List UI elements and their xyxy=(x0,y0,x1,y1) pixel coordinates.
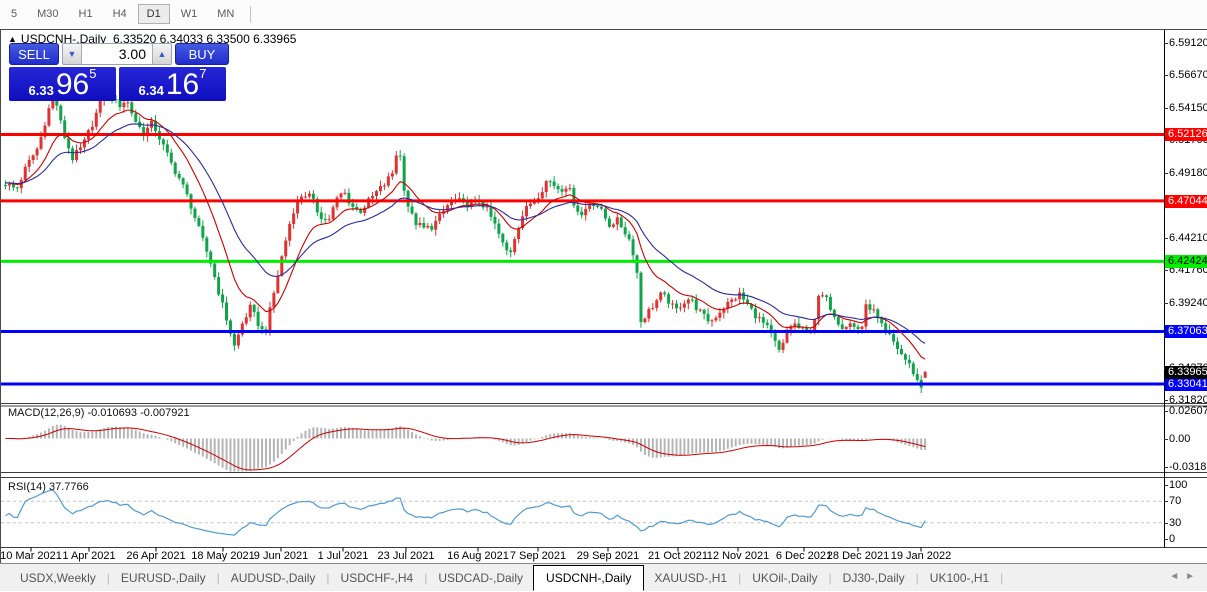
level-price-label-6.47044: 6.47044 xyxy=(1165,195,1207,208)
axis-tick xyxy=(1164,400,1168,401)
buy-price-prefix: 6.34 xyxy=(139,82,164,99)
sell-price-big-digits: 96 xyxy=(56,71,89,99)
chart-tab-eurusd-daily[interactable]: EURUSD-,Daily xyxy=(111,567,216,589)
date-tick-1-apr-2021: 1 Apr 2021 xyxy=(62,550,115,562)
tab-scroll-right-icon[interactable]: ► xyxy=(1185,571,1201,582)
date-tick-29-sep-2021: 29 Sep 2021 xyxy=(577,550,639,562)
macd-tick-0.02607: 0.02607 xyxy=(1169,405,1207,417)
chart-window[interactable]: ▲USDCNH-,Daily 6.33520 6.34033 6.33500 6… xyxy=(0,29,1207,563)
axis-tick xyxy=(1164,467,1168,468)
rsi-tick-100: 100 xyxy=(1169,479,1187,491)
sell-price-display[interactable]: 6.33 96 5 xyxy=(9,67,116,101)
mt4-terminal: 5M30H1H4D1W1MN ▲USDCNH-,Daily 6.33520 6.… xyxy=(0,0,1207,592)
level-price-label-6.37063: 6.37063 xyxy=(1165,325,1207,338)
axis-tick xyxy=(1164,439,1168,440)
price-tick-6.49180: 6.49180 xyxy=(1169,167,1207,179)
current-price-label: 6.33965 xyxy=(1165,366,1207,379)
price-chart-canvas[interactable] xyxy=(1,30,1207,564)
sell-price-prefix: 6.33 xyxy=(29,82,54,99)
date-tick-7-sep-2021: 7 Sep 2021 xyxy=(510,550,566,562)
tab-scroll-left-icon[interactable]: ◄ xyxy=(1169,571,1185,582)
axis-tick xyxy=(1164,270,1168,271)
axis-tick xyxy=(1164,411,1168,412)
volume-decrease-button[interactable]: ▼ xyxy=(63,44,81,64)
timeframe-button-d1[interactable]: D1 xyxy=(138,4,170,24)
toolbar-separator xyxy=(250,6,251,23)
axis-tick xyxy=(1164,43,1168,44)
rsi-tick-0: 0 xyxy=(1169,533,1175,545)
axis-tick xyxy=(1164,173,1168,174)
price-tick-6.59120: 6.59120 xyxy=(1169,37,1207,49)
axis-tick xyxy=(1164,238,1168,239)
date-tick-23-jul-2021: 23 Jul 2021 xyxy=(378,550,435,562)
buy-price-big-digits: 16 xyxy=(166,71,199,99)
date-tick-26-apr-2021: 26 Apr 2021 xyxy=(126,550,185,562)
price-tick-6.54150: 6.54150 xyxy=(1169,102,1207,114)
price-scale[interactable]: 6.591206.566706.541506.517006.491806.467… xyxy=(1165,30,1207,564)
chart-tab-ukoil-daily[interactable]: UKOil-,Daily xyxy=(742,567,827,589)
tab-separator: | xyxy=(999,571,1004,585)
price-tick-6.44210: 6.44210 xyxy=(1169,232,1207,244)
level-price-label-6.52126: 6.52126 xyxy=(1165,128,1207,141)
date-tick-19-jan-2022: 19 Jan 2022 xyxy=(891,550,952,562)
tab-scroll-arrows: ◄► xyxy=(1169,571,1201,582)
rsi-legend: RSI(14) 37.7766 xyxy=(8,481,89,493)
macd-tick-0.00: 0.00 xyxy=(1169,433,1190,445)
axis-tick xyxy=(1164,75,1168,76)
chart-tab-audusd-daily[interactable]: AUDUSD-,Daily xyxy=(221,567,326,589)
timeframe-toolbar: 5M30H1H4D1W1MN xyxy=(0,0,1207,28)
macd-legend: MACD(12,26,9) -0.010693 -0.007921 xyxy=(8,407,190,419)
axis-tick xyxy=(1164,485,1168,486)
timeframe-button-w1[interactable]: W1 xyxy=(172,4,207,24)
volume-increase-button[interactable]: ▲ xyxy=(153,44,171,64)
macd-tick--0.03187: -0.03187 xyxy=(1169,461,1207,473)
price-tick-6.56670: 6.56670 xyxy=(1169,69,1207,81)
date-tick-12-nov-2021: 12 Nov 2021 xyxy=(707,550,769,562)
date-tick-1-jul-2021: 1 Jul 2021 xyxy=(318,550,369,562)
rsi-tick-30: 30 xyxy=(1169,517,1181,529)
timeframe-button-h1[interactable]: H1 xyxy=(70,4,102,24)
sell-button[interactable]: SELL xyxy=(9,43,59,65)
date-tick-9-jun-2021: 9 Jun 2021 xyxy=(254,550,308,562)
axis-tick xyxy=(1164,539,1168,540)
timeframe-button-mn[interactable]: MN xyxy=(208,4,243,24)
chart-tab-uk100-h1[interactable]: UK100-,H1 xyxy=(920,567,999,589)
axis-tick xyxy=(1164,108,1168,109)
level-price-label-6.33041: 6.33041 xyxy=(1165,378,1207,391)
rsi-tick-70: 70 xyxy=(1169,495,1181,507)
timeframe-button-h4[interactable]: H4 xyxy=(104,4,136,24)
axis-tick xyxy=(1164,303,1168,304)
chart-tabs: USDX,Weekly|EURUSD-,Daily|AUDUSD-,Daily|… xyxy=(10,565,1004,591)
date-tick-28-dec-2021: 28 Dec 2021 xyxy=(827,550,889,562)
chart-tab-usdcad-daily[interactable]: USDCAD-,Daily xyxy=(428,567,533,589)
timeframe-buttons: 5M30H1H4D1W1MN xyxy=(1,4,244,24)
chart-tab-bar: USDX,Weekly|EURUSD-,Daily|AUDUSD-,Daily|… xyxy=(0,563,1207,591)
buy-price-pip-digit: 7 xyxy=(199,69,206,79)
volume-spinner: ▼ 3.00 ▲ xyxy=(62,43,172,65)
chart-tab-usdx-weekly[interactable]: USDX,Weekly xyxy=(10,567,106,589)
date-tick-6-dec-2021: 6 Dec 2021 xyxy=(776,550,832,562)
chart-tab-xauusd-h1[interactable]: XAUUSD-,H1 xyxy=(644,567,737,589)
date-tick-18-may-2021: 18 May 2021 xyxy=(191,550,255,562)
date-tick-21-oct-2021: 21 Oct 2021 xyxy=(648,550,708,562)
buy-button[interactable]: BUY xyxy=(175,43,229,65)
chart-tab-usdcnh-daily[interactable]: USDCNH-,Daily xyxy=(533,565,644,591)
axis-tick xyxy=(1164,501,1168,502)
one-click-trade-widget: SELL ▼ 3.00 ▲ BUY 6.33 96 5 6.34 16 7 xyxy=(9,43,229,101)
buy-price-display[interactable]: 6.34 16 7 xyxy=(119,67,226,101)
level-price-label-6.42424: 6.42424 xyxy=(1165,255,1207,268)
date-tick-10-mar-2021: 10 Mar 2021 xyxy=(0,550,62,562)
chart-tab-dj30-daily[interactable]: DJ30-,Daily xyxy=(833,567,915,589)
volume-input[interactable]: 3.00 xyxy=(81,44,153,64)
sell-price-pip-digit: 5 xyxy=(89,69,96,79)
axis-tick xyxy=(1164,523,1168,524)
timeframe-button-m30[interactable]: M30 xyxy=(28,4,67,24)
timeframe-button-5[interactable]: 5 xyxy=(2,4,26,24)
chart-tab-usdchf-h4[interactable]: USDCHF-,H4 xyxy=(331,567,424,589)
date-tick-16-aug-2021: 16 Aug 2021 xyxy=(447,550,509,562)
price-tick-6.39240: 6.39240 xyxy=(1169,297,1207,309)
